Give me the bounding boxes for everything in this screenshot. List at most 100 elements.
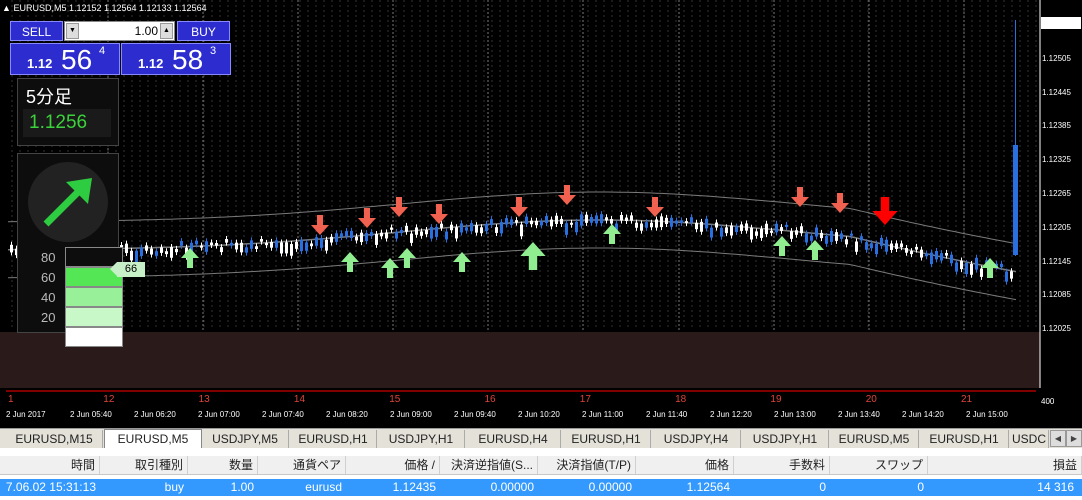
candle-body	[465, 227, 468, 231]
price-tick-label: 1.12445	[1042, 87, 1071, 97]
candle-body	[10, 244, 13, 253]
column-header-commission[interactable]: 手数料	[734, 456, 830, 474]
candle-body	[140, 247, 143, 256]
tab-usdc[interactable]: USDC	[1010, 430, 1049, 448]
candle-body	[540, 221, 543, 226]
tab-scroll-left-icon[interactable]: ◀	[1050, 430, 1066, 447]
candle-body	[795, 230, 798, 235]
column-header-take-profit[interactable]: 決済指値(T/P)	[538, 456, 636, 474]
tab-usdjpy-h4[interactable]: USDJPY,H4	[652, 430, 741, 448]
tab-eurusd-h1[interactable]: EURUSD,H1	[562, 430, 651, 448]
candle-body	[900, 243, 903, 248]
candle-body	[935, 251, 938, 260]
candle-body	[235, 242, 238, 250]
candle-body	[600, 214, 603, 224]
lot-decrease-icon[interactable]: ▼	[66, 23, 79, 39]
buy-price-button[interactable]: 1.12 58 3	[121, 43, 231, 75]
candle-body	[910, 251, 913, 255]
chart-lower-area	[0, 332, 1040, 388]
tab-eurusd-m15[interactable]: EURUSD,M15	[6, 430, 103, 448]
column-header-stop-loss[interactable]: 決済逆指値(S...	[440, 456, 538, 474]
sell-price-button[interactable]: 1.12 56 4	[10, 43, 120, 75]
candle-body	[605, 217, 608, 221]
sell-button[interactable]: SELL	[10, 21, 63, 41]
chart-symbol-title: ▲ EURUSD,M5 1.12152 1.12564 1.12133 1.12…	[2, 3, 207, 13]
candle-body	[555, 215, 558, 224]
column-header-current-price[interactable]: 価格	[636, 456, 734, 474]
column-header-volume[interactable]: 数量	[188, 456, 258, 474]
candle-body	[690, 217, 693, 223]
gauge-bar-20	[65, 307, 123, 327]
sell-price-prefix: 1.12	[27, 56, 53, 71]
candle-body	[975, 257, 978, 270]
candle-body	[295, 241, 298, 249]
candle-body	[400, 230, 403, 234]
column-header-swap[interactable]: スワップ	[830, 456, 928, 474]
tab-usdjpy-h1[interactable]: USDJPY,H1	[378, 430, 465, 448]
column-header-symbol[interactable]: 通貨ペア	[258, 456, 346, 474]
candle-body	[370, 232, 373, 236]
column-header-open-price[interactable]: 価格 /	[346, 456, 440, 474]
trade-row[interactable]: 7.06.02 15:31:13 buy 1.00 eurusd 1.12435…	[0, 479, 1082, 496]
candle-body	[655, 219, 658, 228]
candle-body	[635, 222, 638, 228]
strength-gauge: 80 60 40 20	[17, 153, 123, 347]
bollinger-lower	[7, 247, 1017, 301]
buy-button[interactable]: BUY	[177, 21, 230, 41]
axis-edge-label: 400	[1041, 397, 1055, 406]
time-tick-label: 2 Jun 15:00	[966, 410, 1008, 419]
tab-usdjpy-h1[interactable]: USDJPY,H1	[742, 430, 829, 448]
candle-body	[965, 262, 968, 275]
candle-body	[840, 233, 843, 239]
candle-body	[825, 235, 828, 244]
lot-increase-icon[interactable]: ▲	[160, 23, 173, 39]
candle-body	[440, 223, 443, 228]
buy-signal-arrow-icon	[773, 236, 791, 256]
sell-signal-arrow-icon	[430, 204, 448, 224]
sell-price-fraction: 4	[99, 45, 106, 57]
candle-body	[165, 251, 168, 255]
buy-signal-arrow-icon	[398, 248, 416, 268]
hour-marker-label: 14	[293, 394, 306, 405]
tab-eurusd-h1[interactable]: EURUSD,H1	[920, 430, 1009, 448]
candle-body	[450, 224, 453, 231]
candle-body	[410, 233, 413, 243]
time-tick-label: 2 Jun 2017	[6, 410, 46, 419]
lot-size-value[interactable]: 1.00	[81, 24, 158, 38]
column-header-type[interactable]: 取引種別	[100, 456, 188, 474]
candle-body	[340, 233, 343, 238]
candle-body	[445, 231, 448, 240]
candle-body	[780, 227, 783, 231]
column-header-time[interactable]: 時間	[0, 456, 100, 474]
tab-eurusd-m5[interactable]: EURUSD,M5	[830, 430, 919, 448]
tab-eurusd-h4[interactable]: EURUSD,H4	[466, 430, 561, 448]
candle-body	[225, 239, 228, 243]
candle-body	[545, 216, 548, 223]
sell-signal-arrow-icon	[558, 185, 576, 205]
collapse-triangle-icon[interactable]: ▲	[2, 3, 11, 13]
price-tick-label: 1.12025	[1042, 324, 1071, 334]
tab-eurusd-m5-active[interactable]: EURUSD,M5	[104, 429, 202, 450]
time-tick-label: 2 Jun 13:40	[838, 410, 880, 419]
column-header-profit[interactable]: 損益	[928, 456, 1082, 474]
candle-body	[480, 227, 483, 234]
candle-body	[645, 222, 648, 228]
candle-body	[945, 252, 948, 256]
candle-body	[650, 222, 653, 228]
candle-body	[535, 220, 538, 226]
candle-body	[725, 227, 728, 234]
candle-body	[710, 227, 713, 238]
candle-body	[920, 249, 923, 258]
candle-body	[1000, 263, 1003, 268]
lot-size-input[interactable]: ▼ 1.00 ▲	[64, 21, 175, 41]
price-chart[interactable]: ▲ EURUSD,M5 1.12152 1.12564 1.12133 1.12…	[0, 0, 1082, 428]
candle-body	[845, 239, 848, 245]
tab-scroll-right-icon[interactable]: ▶	[1066, 430, 1082, 447]
cell-take-profit: 0.00000	[588, 480, 632, 494]
candle-body	[260, 238, 263, 242]
candle-body	[590, 217, 593, 223]
candle-body	[180, 241, 183, 246]
tab-usdjpy-m5[interactable]: USDJPY,M5	[202, 430, 289, 448]
price-tick-label: 1.12085	[1042, 290, 1071, 300]
tab-eurusd-h1[interactable]: EURUSD,H1	[290, 430, 377, 448]
